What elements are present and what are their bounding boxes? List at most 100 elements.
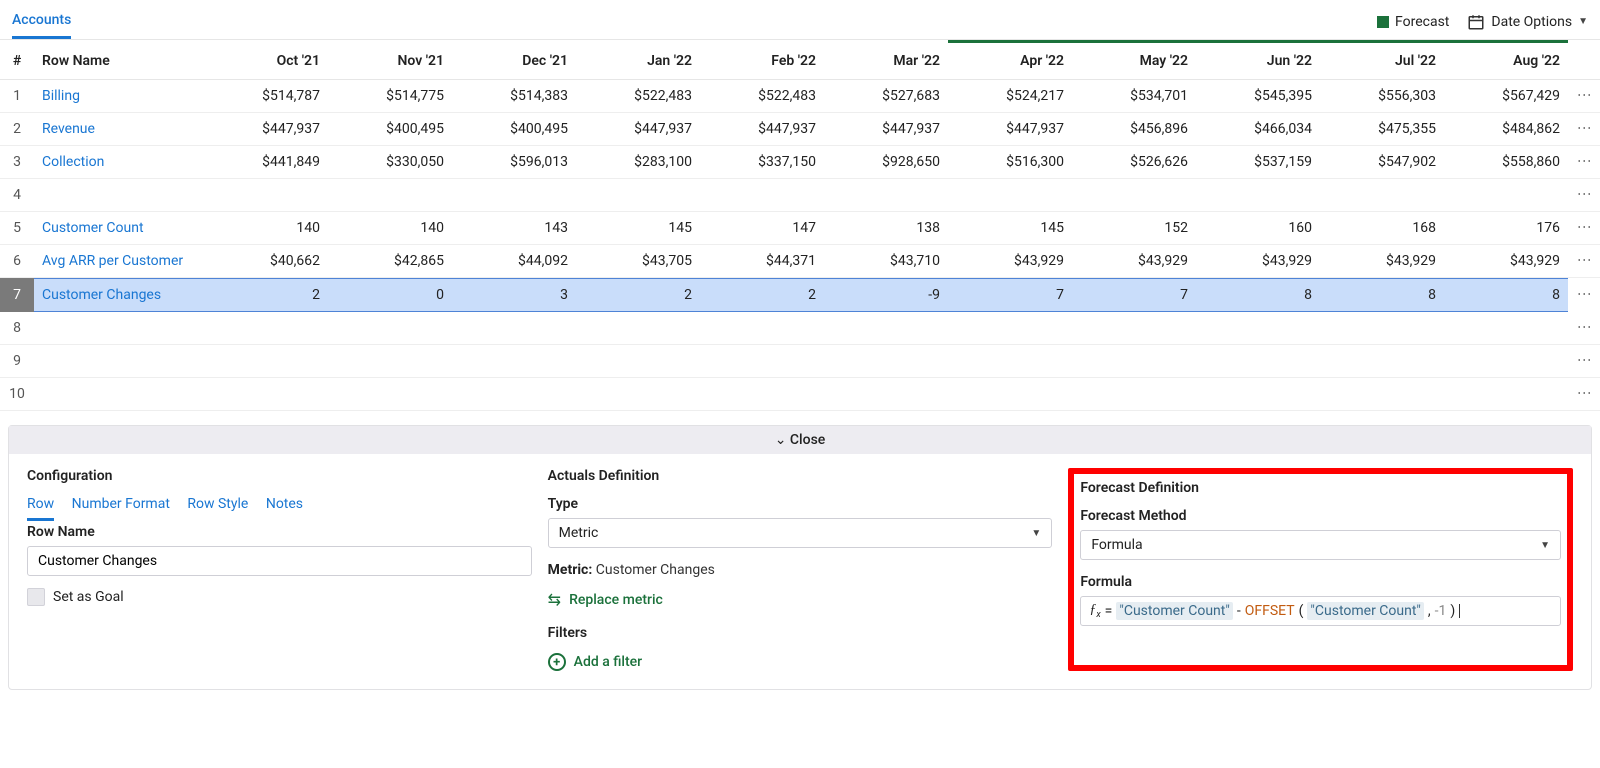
- row-name-link[interactable]: Customer Count: [34, 212, 204, 245]
- cell-value[interactable]: [1320, 345, 1444, 378]
- formula-input[interactable]: ƒx = "Customer Count" - OFFSET ( "Custom…: [1080, 596, 1561, 626]
- cell-value[interactable]: $447,937: [700, 113, 824, 146]
- table-row[interactable]: 1Billing$514,787$514,775$514,383$522,483…: [0, 80, 1600, 113]
- cell-value[interactable]: [700, 179, 824, 212]
- config-tab-notes[interactable]: Notes: [266, 496, 303, 512]
- cell-value[interactable]: $441,849: [204, 146, 328, 179]
- cell-value[interactable]: $522,483: [576, 80, 700, 113]
- tab-accounts[interactable]: Accounts: [12, 4, 71, 39]
- cell-value[interactable]: [576, 378, 700, 411]
- cell-value[interactable]: $522,483: [700, 80, 824, 113]
- cell-value[interactable]: $514,775: [328, 80, 452, 113]
- row-menu-button[interactable]: ⋮: [1568, 212, 1600, 245]
- cell-value[interactable]: 145: [576, 212, 700, 245]
- row-menu-button[interactable]: ⋮: [1568, 312, 1600, 345]
- cell-value[interactable]: [204, 312, 328, 345]
- cell-value[interactable]: [700, 345, 824, 378]
- config-tab-row[interactable]: Row: [27, 496, 54, 521]
- cell-value[interactable]: [1072, 312, 1196, 345]
- panel-close-button[interactable]: ⌄ Close: [9, 426, 1591, 454]
- cell-value[interactable]: $456,896: [1072, 113, 1196, 146]
- cell-value[interactable]: $43,929: [948, 245, 1072, 278]
- config-tab-number-format[interactable]: Number Format: [72, 496, 170, 512]
- cell-value[interactable]: 138: [824, 212, 948, 245]
- cell-value[interactable]: $527,683: [824, 80, 948, 113]
- row-menu-button[interactable]: ⋮: [1568, 345, 1600, 378]
- cell-value[interactable]: [328, 179, 452, 212]
- cell-value[interactable]: [948, 312, 1072, 345]
- cell-value[interactable]: 168: [1320, 212, 1444, 245]
- cell-value[interactable]: $43,705: [576, 245, 700, 278]
- add-filter-button[interactable]: + Add a filter: [548, 653, 1053, 671]
- cell-value[interactable]: $43,710: [824, 245, 948, 278]
- cell-value[interactable]: $43,929: [1196, 245, 1320, 278]
- cell-value[interactable]: $567,429: [1444, 80, 1568, 113]
- cell-value[interactable]: 3: [452, 278, 576, 312]
- cell-value[interactable]: [1072, 179, 1196, 212]
- cell-value[interactable]: $43,929: [1444, 245, 1568, 278]
- cell-value[interactable]: 140: [204, 212, 328, 245]
- row-menu-button[interactable]: ⋮: [1568, 113, 1600, 146]
- table-row[interactable]: 7Customer Changes20322-977888⋮: [0, 278, 1600, 312]
- cell-value[interactable]: [1444, 312, 1568, 345]
- cell-value[interactable]: $596,013: [452, 146, 576, 179]
- cell-value[interactable]: $42,865: [328, 245, 452, 278]
- cell-value[interactable]: 2: [700, 278, 824, 312]
- cell-value[interactable]: $400,495: [328, 113, 452, 146]
- cell-value[interactable]: [948, 179, 1072, 212]
- cell-value[interactable]: $524,217: [948, 80, 1072, 113]
- set-goal-checkbox[interactable]: [27, 588, 45, 606]
- cell-value[interactable]: [1444, 378, 1568, 411]
- cell-value[interactable]: 0: [328, 278, 452, 312]
- cell-value[interactable]: [1320, 312, 1444, 345]
- cell-value[interactable]: 147: [700, 212, 824, 245]
- cell-value[interactable]: $545,395: [1196, 80, 1320, 113]
- cell-value[interactable]: [824, 378, 948, 411]
- cell-value[interactable]: [1320, 179, 1444, 212]
- cell-value[interactable]: [1196, 378, 1320, 411]
- cell-value[interactable]: $484,862: [1444, 113, 1568, 146]
- table-row[interactable]: 5Customer Count1401401431451471381451521…: [0, 212, 1600, 245]
- cell-value[interactable]: 145: [948, 212, 1072, 245]
- date-options-button[interactable]: Date Options ▼: [1467, 13, 1588, 31]
- cell-value[interactable]: $547,902: [1320, 146, 1444, 179]
- cell-value[interactable]: [1444, 179, 1568, 212]
- cell-value[interactable]: [576, 312, 700, 345]
- row-name-link[interactable]: Customer Changes: [34, 278, 204, 312]
- cell-value[interactable]: [576, 345, 700, 378]
- cell-value[interactable]: 2: [204, 278, 328, 312]
- cell-value[interactable]: 2: [576, 278, 700, 312]
- cell-value[interactable]: $537,159: [1196, 146, 1320, 179]
- cell-value[interactable]: 176: [1444, 212, 1568, 245]
- type-select[interactable]: Metric ▼: [548, 518, 1053, 548]
- cell-value[interactable]: $447,937: [576, 113, 700, 146]
- cell-value[interactable]: $40,662: [204, 245, 328, 278]
- col-head-month[interactable]: Jan '22: [576, 43, 700, 80]
- table-row[interactable]: 2Revenue$447,937$400,495$400,495$447,937…: [0, 113, 1600, 146]
- cell-value[interactable]: [1196, 345, 1320, 378]
- row-name-link[interactable]: Collection: [34, 146, 204, 179]
- cell-value[interactable]: 8: [1444, 278, 1568, 312]
- config-tab-row-style[interactable]: Row Style: [187, 496, 248, 512]
- cell-value[interactable]: [1196, 312, 1320, 345]
- cell-value[interactable]: 143: [452, 212, 576, 245]
- cell-value[interactable]: [1320, 378, 1444, 411]
- cell-value[interactable]: $283,100: [576, 146, 700, 179]
- col-head-month[interactable]: Oct '21: [204, 43, 328, 80]
- cell-value[interactable]: 160: [1196, 212, 1320, 245]
- forecast-method-select[interactable]: Formula ▼: [1080, 530, 1561, 560]
- cell-value[interactable]: $44,092: [452, 245, 576, 278]
- col-head-month[interactable]: Apr '22: [948, 43, 1072, 80]
- col-head-month[interactable]: Jun '22: [1196, 43, 1320, 80]
- cell-value[interactable]: [948, 345, 1072, 378]
- cell-value[interactable]: [576, 179, 700, 212]
- replace-metric-button[interactable]: ⇆ Replace metric: [548, 590, 1053, 609]
- table-row[interactable]: 9⋮: [0, 345, 1600, 378]
- table-row[interactable]: 10⋮: [0, 378, 1600, 411]
- cell-value[interactable]: $447,937: [204, 113, 328, 146]
- row-menu-button[interactable]: ⋮: [1568, 278, 1600, 312]
- cell-value[interactable]: 8: [1320, 278, 1444, 312]
- cell-value[interactable]: $534,701: [1072, 80, 1196, 113]
- cell-value[interactable]: [1444, 345, 1568, 378]
- cell-value[interactable]: [948, 378, 1072, 411]
